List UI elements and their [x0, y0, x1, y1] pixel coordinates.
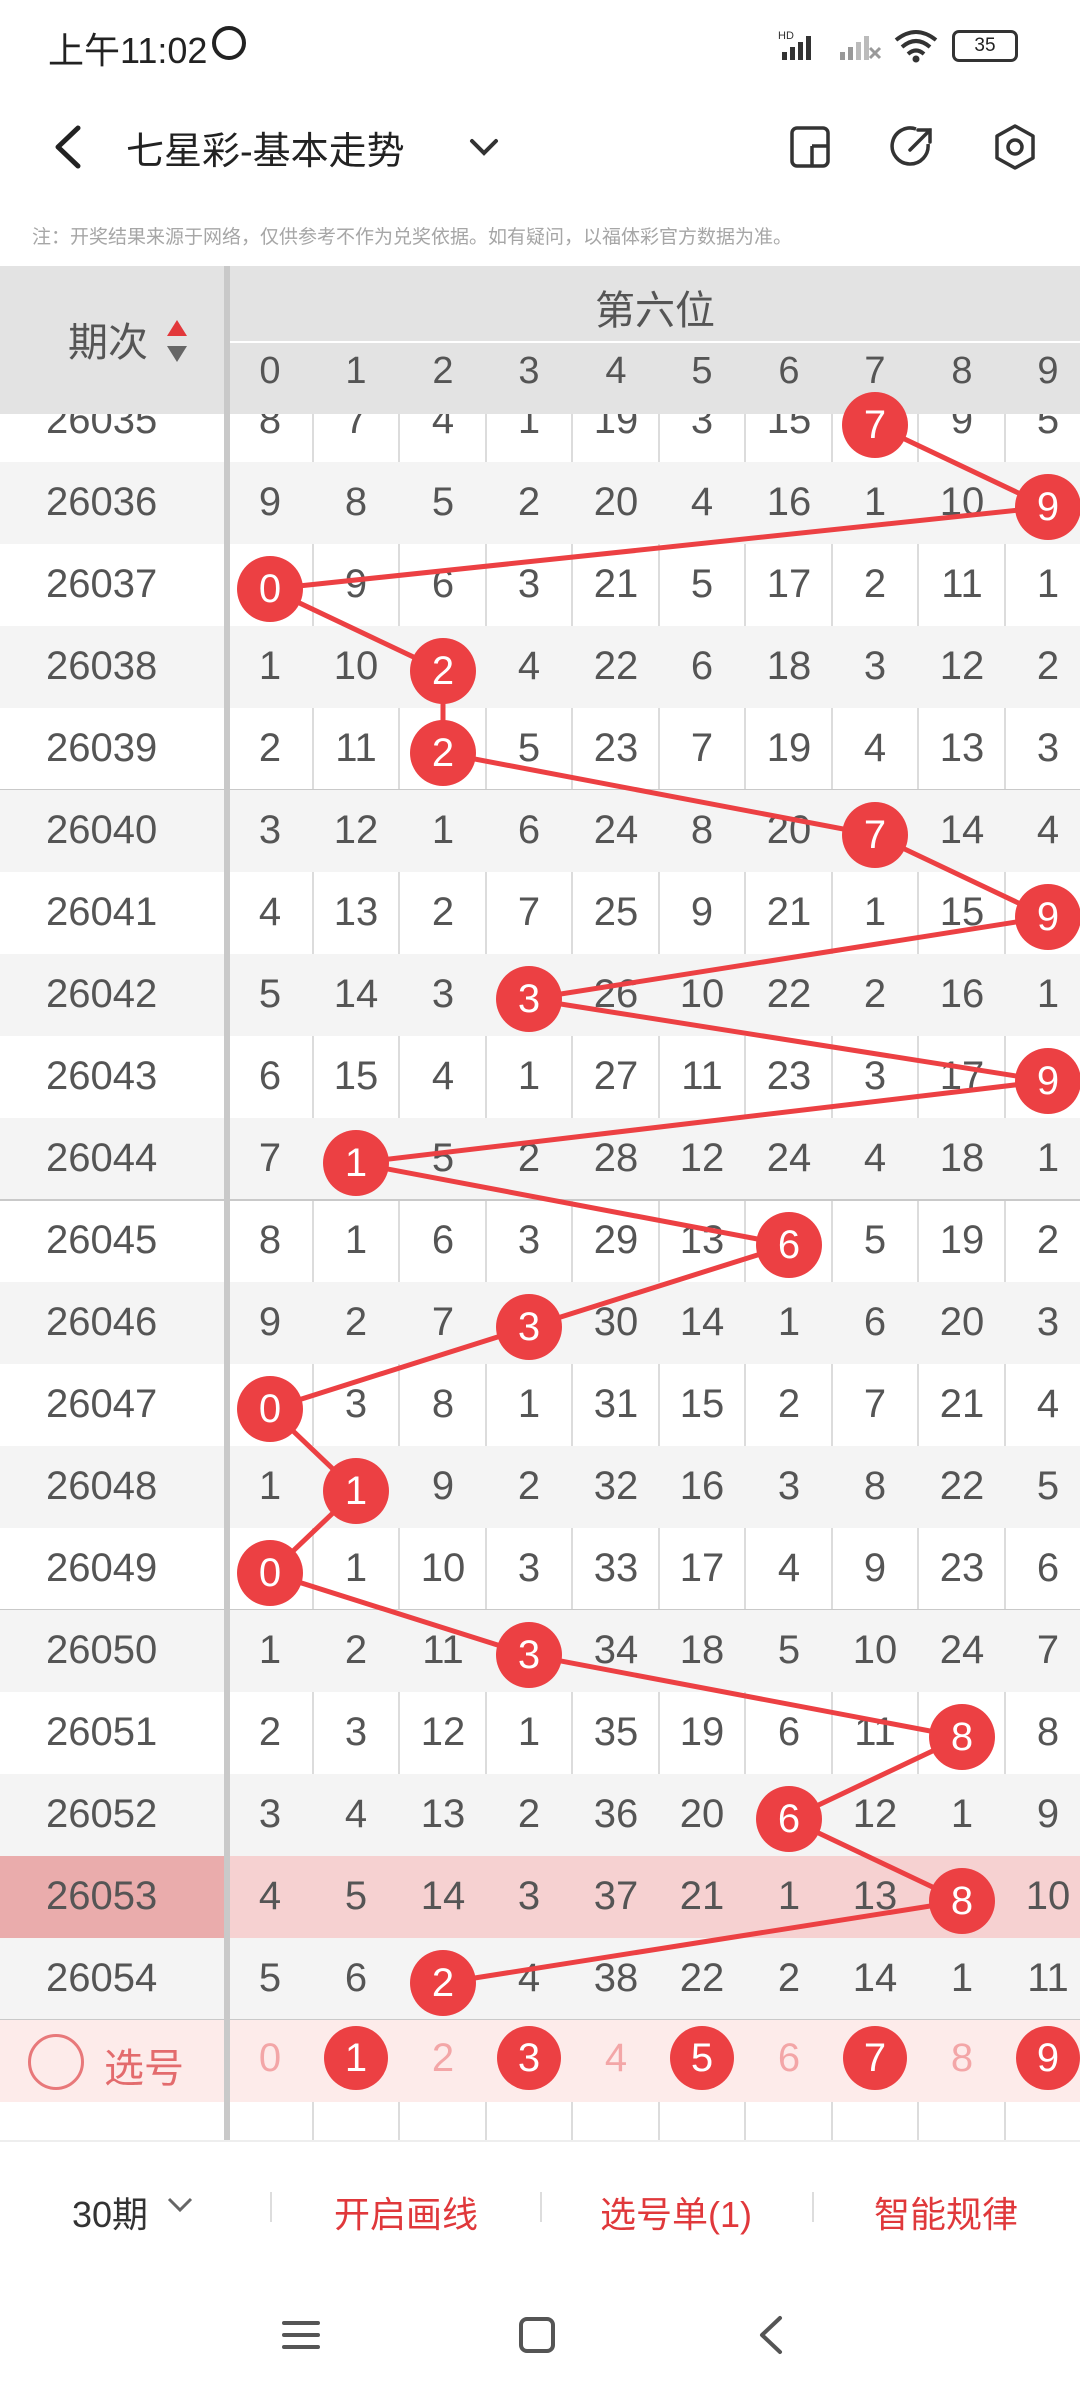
hit-ball: 1 — [323, 1130, 389, 1196]
hit-ball: 2 — [410, 1950, 476, 2016]
hit-ball: 7 — [842, 392, 908, 458]
hit-ball: 9 — [1015, 884, 1080, 950]
status-bar: 上午11:02 HD 35 — [0, 0, 1080, 92]
hit-ball: 2 — [410, 720, 476, 786]
clock: 上午11:02 — [48, 30, 208, 71]
hit-ball: 0 — [237, 1540, 303, 1606]
pick-list-button[interactable]: 选号单(1) — [600, 2186, 752, 2238]
back-nav-icon[interactable] — [748, 2310, 798, 2360]
column-divider — [224, 266, 230, 2140]
system-nav-bar — [0, 2270, 1080, 2400]
hit-ball: 6 — [756, 1212, 822, 1278]
layout-toggle-icon[interactable] — [786, 122, 836, 172]
back-button[interactable] — [44, 120, 98, 174]
signal-2-icon — [838, 28, 882, 69]
hit-ball: 1 — [323, 1458, 389, 1524]
alarm-icon — [212, 26, 246, 60]
hd-signal-icon: HD — [778, 28, 830, 69]
hit-ball: 0 — [237, 556, 303, 622]
hit-ball: 3 — [496, 966, 562, 1032]
chevron-down-icon[interactable] — [466, 132, 502, 162]
chevron-down-icon[interactable] — [166, 2194, 194, 2216]
wifi-icon — [892, 28, 940, 71]
smart-pattern-button[interactable]: 智能规律 — [874, 2186, 1018, 2238]
app-header: 七星彩-基本走势 — [0, 92, 1080, 202]
hit-ball: 6 — [756, 1786, 822, 1852]
period-selector[interactable]: 30期 — [72, 2186, 148, 2238]
trend-line — [260, 422, 1058, 1986]
hit-ball: 2 — [410, 638, 476, 704]
hit-ball: 9 — [1015, 1048, 1080, 1114]
bottom-toolbar: 30期 开启画线 选号单(1) 智能规律 — [0, 2140, 1080, 2272]
hit-ball: 9 — [1015, 474, 1080, 540]
battery-icon: 35 — [952, 30, 1018, 62]
disclaimer-note: 注：开奖结果来源于网络，仅供参考不作为兑奖依据。如有疑问，以福体彩官方数据为准。 — [32, 227, 793, 248]
share-icon[interactable] — [888, 122, 938, 172]
svg-text:HD: HD — [778, 30, 794, 42]
divider — [540, 2192, 542, 2222]
page-title[interactable]: 七星彩-基本走势 — [126, 120, 405, 175]
trend-table: 2603587411931579526036985220416110926037… — [0, 266, 1080, 2140]
divider — [270, 2192, 272, 2222]
hit-ball: 3 — [496, 1622, 562, 1688]
divider — [812, 2192, 814, 2222]
menu-icon[interactable] — [276, 2310, 326, 2360]
draw-line-button[interactable]: 开启画线 — [334, 2186, 478, 2238]
hit-ball: 0 — [237, 1376, 303, 1442]
hit-ball: 8 — [929, 1868, 995, 1934]
hit-ball: 3 — [496, 1294, 562, 1360]
settings-icon[interactable] — [990, 122, 1040, 172]
home-icon[interactable] — [512, 2310, 562, 2360]
hit-ball: 8 — [929, 1704, 995, 1770]
hit-ball: 7 — [842, 802, 908, 868]
